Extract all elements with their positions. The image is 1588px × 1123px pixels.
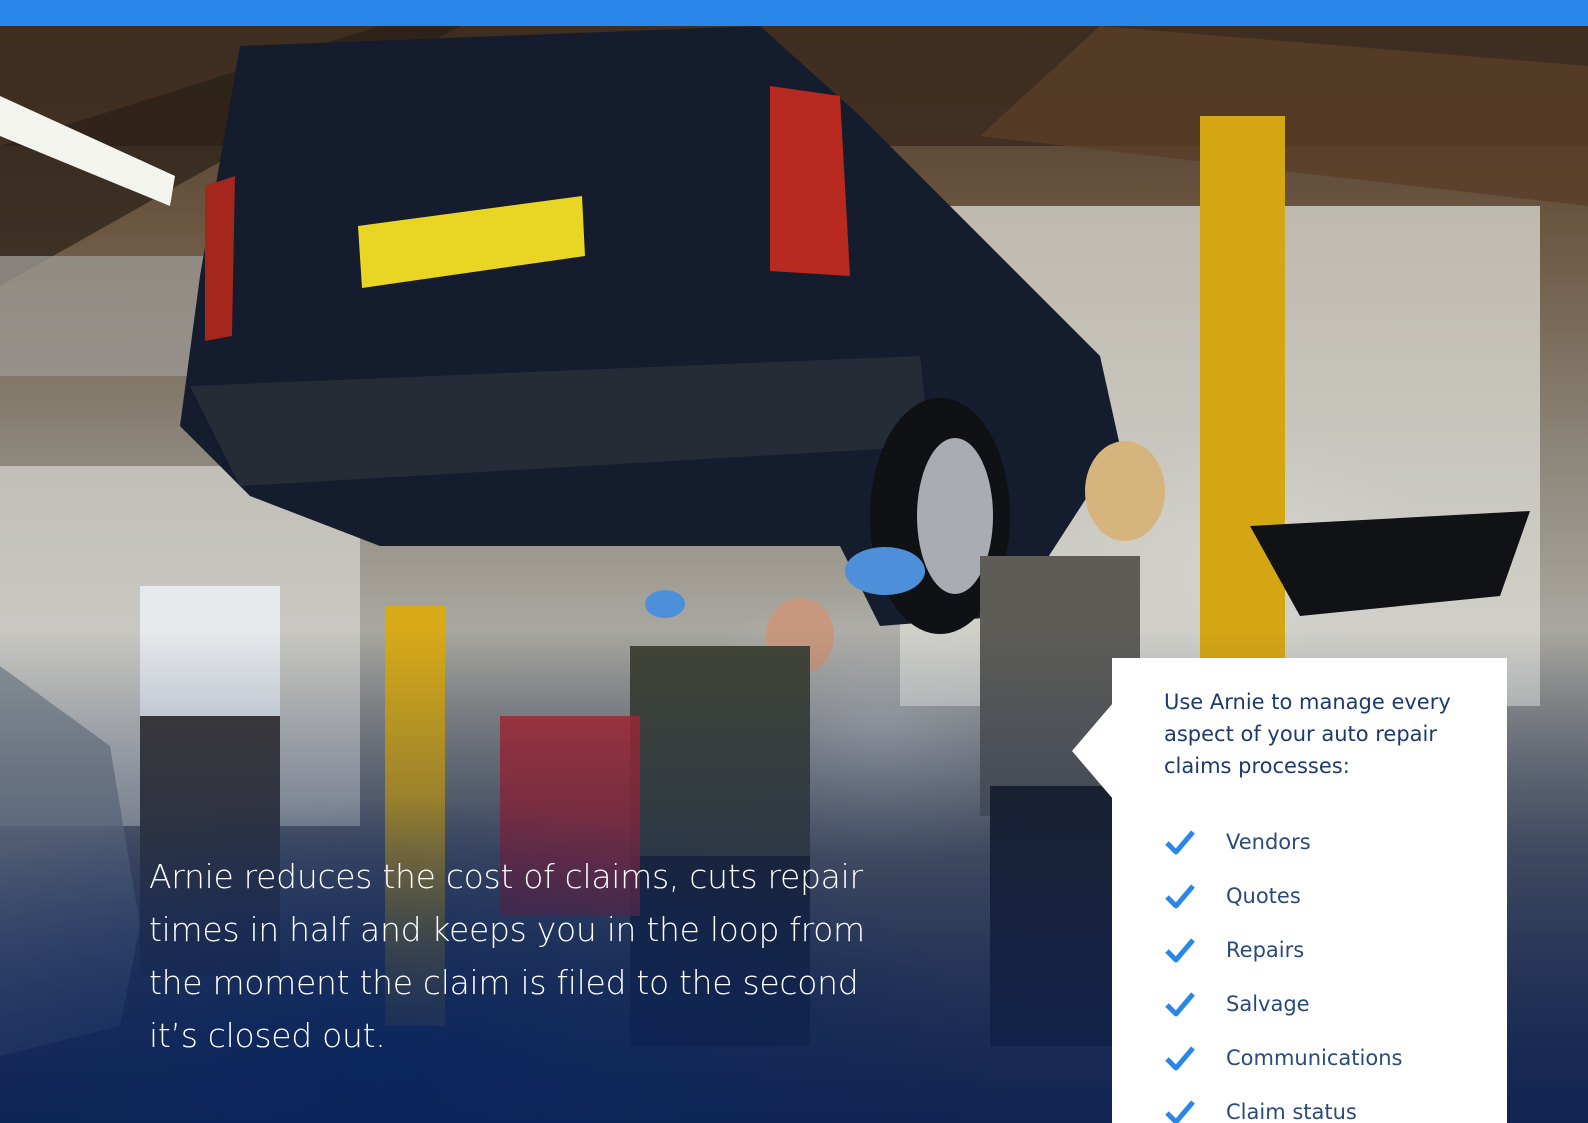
feature-label: Repairs <box>1226 938 1305 962</box>
list-item: Communications <box>1164 1031 1494 1085</box>
callout-pointer <box>1072 703 1113 799</box>
checkmark-icon <box>1165 830 1195 855</box>
feature-label: Vendors <box>1226 830 1311 854</box>
checkmark-icon <box>1165 1046 1195 1071</box>
checkmark-icon <box>1165 992 1195 1017</box>
features-callout: Use Arnie to manage every aspect of your… <box>1112 658 1507 1123</box>
callout-intro: Use Arnie to manage every aspect of your… <box>1164 690 1451 778</box>
feature-label: Quotes <box>1226 884 1301 908</box>
feature-list: Vendors Quotes Repairs Salvage Communica… <box>1164 815 1494 1123</box>
list-item: Repairs <box>1164 923 1494 977</box>
feature-label: Claim status <box>1226 1100 1357 1123</box>
list-item: Salvage <box>1164 977 1494 1031</box>
feature-label: Communications <box>1226 1046 1403 1070</box>
hero-caption: Arnie reduces the cost of claims, cuts r… <box>149 857 865 1055</box>
list-item: Vendors <box>1164 815 1494 869</box>
checkmark-icon <box>1165 884 1195 909</box>
feature-label: Salvage <box>1226 992 1310 1016</box>
list-item: Quotes <box>1164 869 1494 923</box>
list-item: Claim status <box>1164 1085 1494 1123</box>
top-accent-bar <box>0 0 1588 26</box>
checkmark-icon <box>1165 1100 1195 1123</box>
checkmark-icon <box>1165 938 1195 963</box>
